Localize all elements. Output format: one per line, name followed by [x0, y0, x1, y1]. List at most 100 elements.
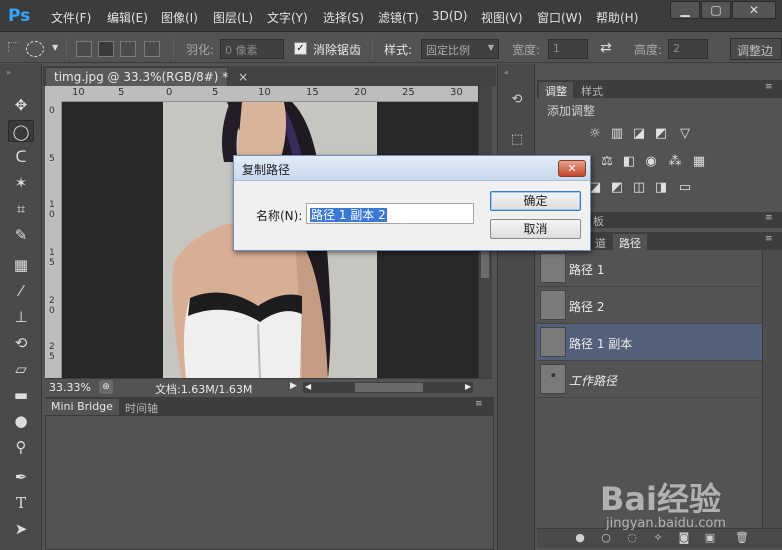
- zoom-level[interactable]: 33.33%: [49, 381, 91, 394]
- levels-icon[interactable]: ▥: [609, 126, 625, 142]
- collapse-arrows-icon[interactable]: «: [504, 68, 509, 77]
- restore-icon[interactable]: ▢: [701, 1, 731, 19]
- crop-tool-icon[interactable]: ⌗: [8, 198, 34, 220]
- collapse-arrows-icon[interactable]: »: [6, 68, 11, 77]
- vibrance-icon[interactable]: ▽: [677, 126, 693, 142]
- brush-tool-icon[interactable]: ⁄: [8, 280, 34, 302]
- path-row[interactable]: 路径 2: [537, 287, 762, 324]
- type-tool-icon[interactable]: T: [8, 492, 34, 514]
- curves-icon[interactable]: ◪: [631, 126, 647, 142]
- tab-styles[interactable]: 样式: [575, 82, 609, 98]
- menu-3d[interactable]: 3D(D): [432, 9, 467, 23]
- swap-icon[interactable]: ⇄: [600, 40, 612, 56]
- elliptical-marquee-preset-icon[interactable]: [26, 41, 44, 57]
- eraser-tool-icon[interactable]: ▱: [8, 358, 34, 380]
- tab-adjustments[interactable]: 调整: [539, 82, 573, 98]
- posterize-icon[interactable]: ◩: [609, 180, 625, 196]
- selective-color-icon[interactable]: ▭: [677, 180, 693, 196]
- menu-view[interactable]: 视图(V): [481, 9, 523, 26]
- healing-brush-tool-icon[interactable]: ▦: [8, 254, 34, 276]
- history-panel-icon[interactable]: ⟲: [506, 88, 528, 112]
- vertical-scroll-thumb[interactable]: [481, 250, 489, 278]
- menu-layer[interactable]: 图层(L): [213, 9, 253, 26]
- gradient-map-icon[interactable]: ◨: [653, 180, 669, 196]
- panel-menu-icon[interactable]: ≡: [765, 213, 773, 223]
- play-arrow-icon[interactable]: ▶: [290, 381, 297, 391]
- path-selection-tool-icon[interactable]: ➤: [8, 518, 34, 540]
- panel-menu-icon[interactable]: ≡: [765, 82, 773, 92]
- ruler-tick-label: 10: [72, 87, 85, 98]
- ok-button[interactable]: 确定: [490, 191, 581, 211]
- clone-stamp-tool-icon[interactable]: ⊥: [8, 306, 34, 328]
- menu-filter[interactable]: 滤镜(T): [378, 9, 419, 26]
- add-to-selection-icon[interactable]: [98, 41, 114, 57]
- menu-image[interactable]: 图像(I): [161, 9, 198, 26]
- color-balance-icon[interactable]: ⚖: [599, 154, 615, 170]
- collapsed-panels-strip: « ⟲ ⬚: [497, 64, 535, 550]
- tab-timeline[interactable]: 时间轴: [119, 399, 164, 415]
- horizontal-scroll-thumb[interactable]: [355, 383, 423, 392]
- ruler-tick-label: 15: [306, 87, 319, 98]
- 3d-panel-icon[interactable]: ⬚: [506, 128, 528, 152]
- menu-select[interactable]: 选择(S): [323, 9, 364, 26]
- menu-type[interactable]: 文字(Y): [267, 9, 308, 26]
- height-input[interactable]: 2: [668, 39, 708, 59]
- path-name-input[interactable]: 路径 1 副本 2: [306, 203, 474, 224]
- exposure-icon[interactable]: ◩: [653, 126, 669, 142]
- refine-edge-button[interactable]: 调整边: [730, 38, 782, 60]
- close-tab-icon[interactable]: ×: [238, 70, 248, 84]
- history-brush-tool-icon[interactable]: ⟲: [8, 332, 34, 354]
- dialog-close-icon[interactable]: ✕: [558, 160, 586, 177]
- path-row[interactable]: 路径 1: [537, 250, 762, 287]
- path-thumbnail: [540, 327, 566, 357]
- menu-file[interactable]: 文件(F): [51, 9, 91, 26]
- menu-edit[interactable]: 编辑(E): [107, 9, 148, 26]
- menu-window[interactable]: 窗口(W): [537, 9, 582, 26]
- width-input[interactable]: 1: [548, 39, 588, 59]
- elliptical-marquee-tool-icon[interactable]: ◯: [8, 120, 34, 142]
- scroll-left-icon[interactable]: ◀: [305, 382, 311, 391]
- antialias-checkbox[interactable]: ✓: [294, 42, 307, 55]
- panel-menu-icon[interactable]: ≡: [475, 399, 483, 409]
- tab-channels[interactable]: 道: [589, 234, 612, 250]
- document-tab[interactable]: timg.jpg @ 33.3%(RGB/8#) * ×: [45, 67, 248, 86]
- lasso-tool-icon[interactable]: ᑕ: [8, 146, 34, 168]
- chevron-down-icon[interactable]: ▼: [52, 43, 58, 52]
- black-white-icon[interactable]: ◧: [621, 154, 637, 170]
- pen-tool-icon[interactable]: ✒: [8, 466, 34, 488]
- watermark-url: jingyan.baidu.com: [606, 516, 726, 531]
- photo-filter-icon[interactable]: ◉: [643, 154, 659, 170]
- new-selection-icon[interactable]: [76, 41, 92, 57]
- tab-mini-bridge[interactable]: Mini Bridge: [45, 399, 119, 415]
- path-thumbnail: ▪: [540, 364, 566, 394]
- dialog-title-bar[interactable]: 复制路径: [234, 156, 590, 181]
- scroll-right-icon[interactable]: ▶: [465, 382, 471, 391]
- intersect-selection-icon[interactable]: [144, 41, 160, 57]
- cancel-button[interactable]: 取消: [490, 219, 581, 239]
- move-tool-icon[interactable]: ✥: [8, 94, 34, 116]
- path-row[interactable]: ▪ 工作路径: [537, 361, 762, 398]
- blur-tool-icon[interactable]: ●: [8, 410, 34, 432]
- close-icon[interactable]: ✕: [732, 1, 776, 19]
- minimize-icon[interactable]: ▁: [670, 1, 700, 19]
- dodge-tool-icon[interactable]: ⚲: [8, 436, 34, 458]
- magic-wand-tool-icon[interactable]: ✶: [8, 172, 34, 194]
- threshold-icon[interactable]: ◫: [631, 180, 647, 196]
- color-lookup-icon[interactable]: ▦: [691, 154, 707, 170]
- gradient-tool-icon[interactable]: ▬: [8, 384, 34, 406]
- path-row-selected[interactable]: 路径 1 副本: [537, 324, 762, 361]
- brightness-contrast-icon[interactable]: ☼: [587, 126, 603, 142]
- antialias-label: 消除锯齿: [313, 43, 362, 57]
- subtract-selection-icon[interactable]: [120, 41, 136, 57]
- tab-paths[interactable]: 路径: [613, 234, 647, 250]
- panel-menu-icon[interactable]: ≡: [765, 234, 773, 244]
- doc-info-icon[interactable]: ⊛: [99, 380, 113, 394]
- style-select[interactable]: 固定比例 ▼: [421, 39, 499, 59]
- channel-mixer-icon[interactable]: ⁂: [667, 154, 683, 170]
- ruler-tick-label: 30: [450, 87, 463, 98]
- eyedropper-tool-icon[interactable]: ✎: [8, 224, 34, 246]
- menu-bar: Ps 文件(F) 编辑(E) 图像(I) 图层(L) 文字(Y) 选择(S) 滤…: [0, 0, 782, 32]
- menu-help[interactable]: 帮助(H): [596, 9, 638, 26]
- feather-input[interactable]: 0 像素: [220, 39, 284, 59]
- fill-path-icon[interactable]: ●: [573, 531, 587, 545]
